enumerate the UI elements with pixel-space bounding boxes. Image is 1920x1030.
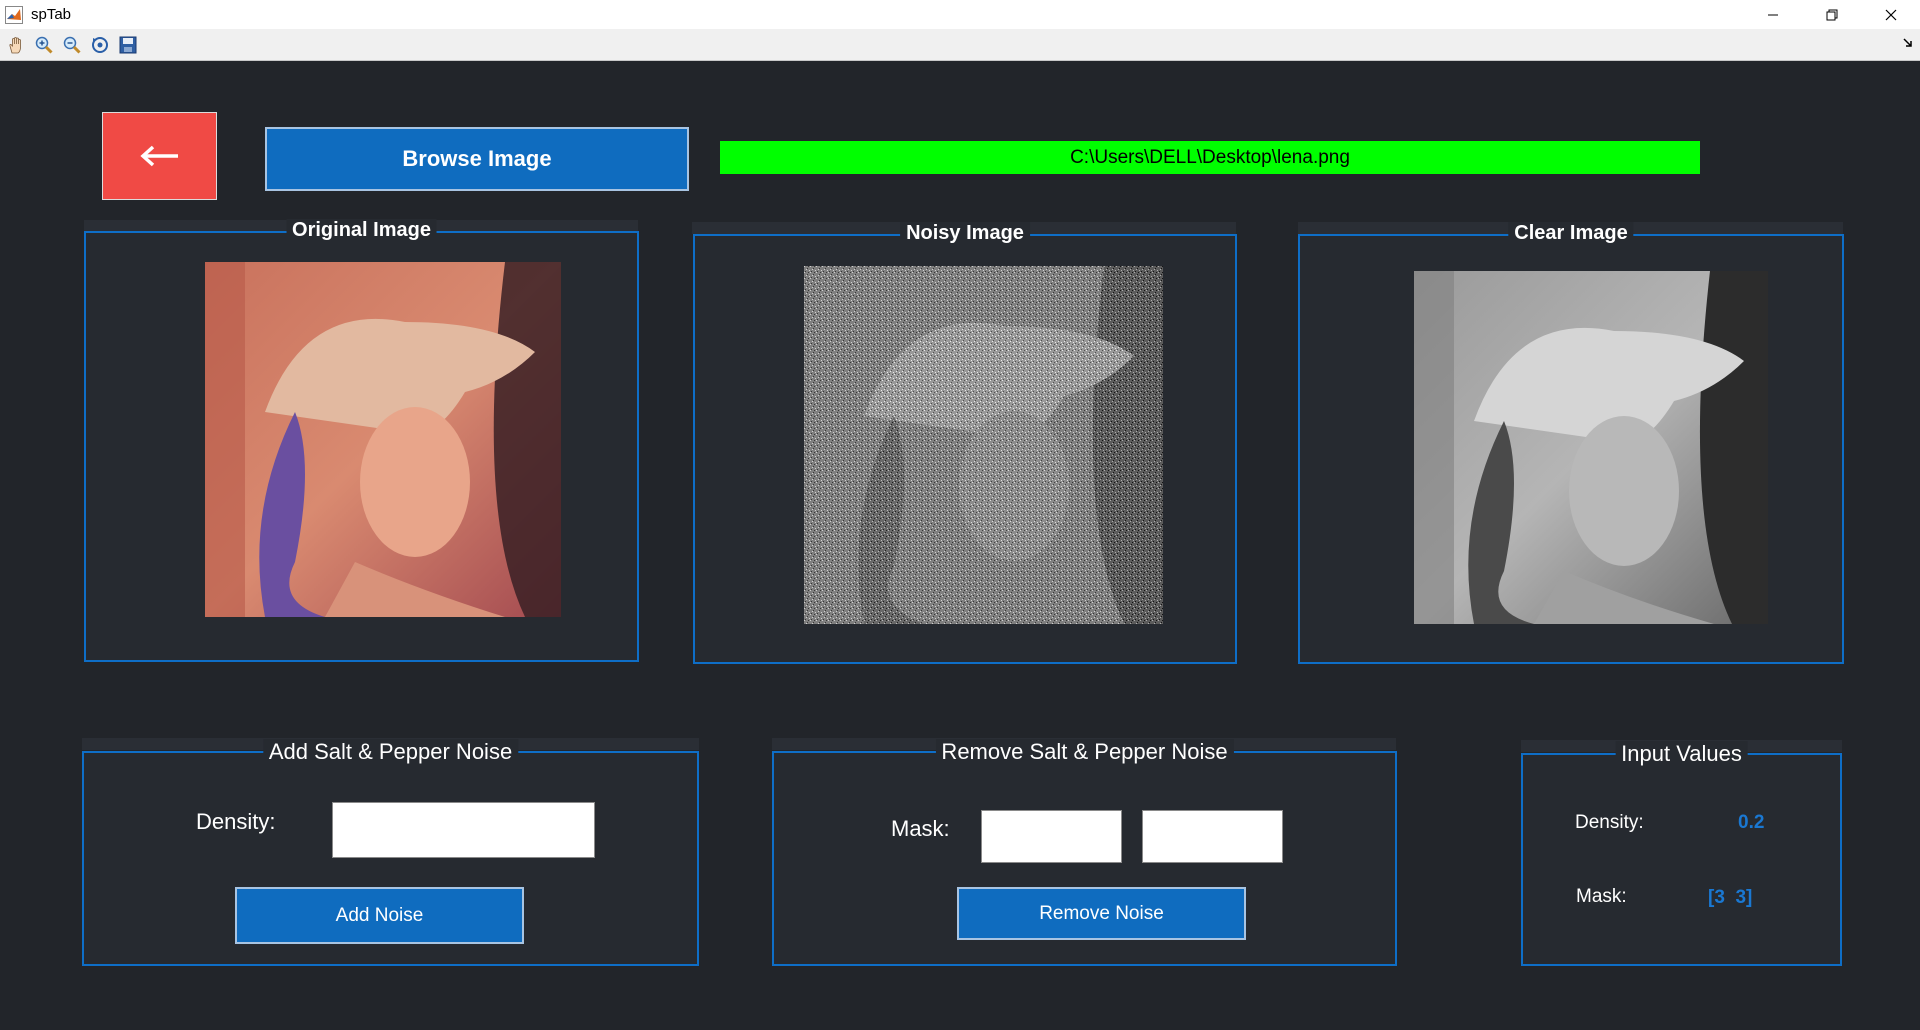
save-icon	[119, 36, 137, 53]
rotate-3d-tool-button[interactable]	[87, 32, 113, 58]
figure-toolbar	[0, 29, 1920, 61]
input-values-panel: Input Values	[1521, 741, 1842, 966]
zoom-in-tool-button[interactable]	[31, 32, 57, 58]
browse-image-button[interactable]: Browse Image	[265, 127, 689, 191]
back-button[interactable]	[102, 112, 217, 200]
save-tool-button[interactable]	[115, 32, 141, 58]
input-density-label: Density:	[1575, 812, 1644, 833]
restore-icon	[1826, 9, 1837, 20]
input-density-value: 0.2	[1738, 812, 1765, 833]
matlab-icon	[5, 5, 23, 24]
rotate-3d-icon	[92, 36, 108, 53]
pan-tool-button[interactable]	[3, 32, 29, 58]
close-icon	[1885, 9, 1896, 20]
minimize-icon	[1767, 14, 1778, 15]
input-mask-value: [3 3]	[1708, 887, 1753, 908]
add-noise-title: Add Salt & Pepper Noise	[262, 739, 519, 765]
density-label: Density:	[196, 809, 276, 834]
pan-icon	[9, 36, 21, 53]
clear-image-title: Clear Image	[1508, 222, 1634, 245]
zoom-out-icon	[63, 36, 81, 54]
noisy-image	[804, 266, 1163, 624]
remove-noise-title: Remove Salt & Pepper Noise	[935, 739, 1234, 765]
input-mask-label: Mask:	[1576, 886, 1627, 907]
original-image-title: Original Image	[286, 219, 437, 242]
add-noise-button[interactable]: Add Noise	[235, 887, 524, 944]
arrow-left-icon	[139, 145, 178, 167]
noisy-image-title: Noisy Image	[900, 222, 1030, 245]
dock-arrow-icon[interactable]	[1901, 35, 1915, 49]
remove-noise-button[interactable]: Remove Noise	[957, 887, 1246, 940]
input-values-title: Input Values	[1615, 741, 1748, 767]
mask-label: Mask:	[891, 816, 950, 841]
clear-image	[1414, 271, 1768, 624]
file-path-display: C:\Users\DELL\Desktop\lena.png	[720, 141, 1700, 174]
zoom-out-tool-button[interactable]	[59, 32, 85, 58]
restore-button[interactable]	[1802, 0, 1861, 29]
close-button[interactable]	[1861, 0, 1920, 29]
zoom-in-icon	[35, 36, 53, 54]
mask-rows-input[interactable]	[981, 810, 1122, 863]
window-title: spTab	[31, 6, 72, 23]
window-controls	[1743, 0, 1920, 29]
window-titlebar: spTab	[0, 0, 1920, 29]
minimize-button[interactable]	[1743, 0, 1802, 29]
density-input[interactable]	[332, 802, 595, 858]
mask-cols-input[interactable]	[1142, 810, 1283, 863]
original-image	[205, 262, 561, 617]
